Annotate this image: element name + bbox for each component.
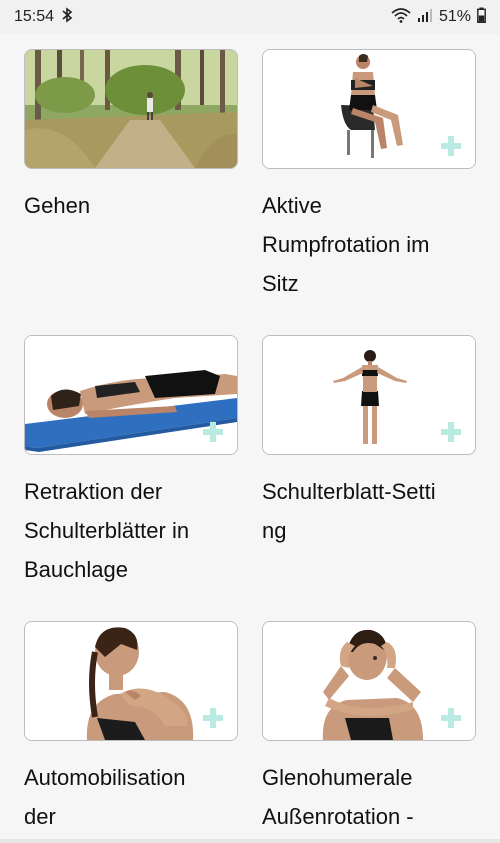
add-icon[interactable] (203, 422, 223, 442)
clock: 15:54 (14, 8, 55, 25)
exercise-card-automobilisation[interactable]: Automobilisation der (24, 621, 238, 836)
exercise-thumbnail[interactable] (262, 49, 476, 169)
wifi-icon (391, 7, 411, 28)
exercise-title: Aktive Rumpfrotation im Sitz (262, 193, 430, 296)
add-icon[interactable] (441, 708, 461, 728)
exercise-title: Glenohumerale Außenrotation - (262, 765, 414, 829)
exercise-title: Schulterblatt-Setti ng (262, 479, 436, 543)
bottom-divider (0, 839, 500, 843)
exercise-title: Automobilisation der (24, 765, 186, 829)
exercise-title: Retraktion der Schulterblätter in Bauchl… (24, 479, 190, 582)
exercise-thumbnail[interactable] (24, 335, 238, 455)
exercise-card-gehen[interactable]: Gehen (24, 49, 238, 225)
add-icon[interactable] (441, 136, 461, 156)
battery-level: 51% (438, 8, 471, 25)
exercise-list[interactable]: Gehen Aktive Rumpfrotation im Sitz Retra… (0, 34, 500, 843)
exercise-card-schulterblatt-setting[interactable]: Schulterblatt-Setti ng (262, 335, 476, 550)
exercise-card-rumpfrotation[interactable]: Aktive Rumpfrotation im Sitz (262, 49, 476, 303)
bluetooth-icon (61, 6, 73, 28)
status-bar: 15:54 51% (0, 0, 500, 34)
exercise-card-retraktion[interactable]: Retraktion der Schulterblätter in Bauchl… (24, 335, 238, 589)
exercise-card-glenohumerale[interactable]: Glenohumerale Außenrotation - (262, 621, 476, 836)
exercise-thumbnail[interactable] (24, 49, 238, 169)
add-icon[interactable] (441, 422, 461, 442)
signal-icon (417, 8, 433, 27)
exercise-title: Gehen (24, 193, 91, 218)
exercise-thumbnail[interactable] (262, 335, 476, 455)
exercise-thumbnail[interactable] (262, 621, 476, 741)
battery-icon (477, 7, 486, 28)
walking-forest-photo (25, 50, 237, 168)
exercise-thumbnail[interactable] (24, 621, 238, 741)
add-icon[interactable] (203, 708, 223, 728)
status-left: 15:54 (14, 6, 73, 28)
status-right: 51% (391, 7, 486, 28)
